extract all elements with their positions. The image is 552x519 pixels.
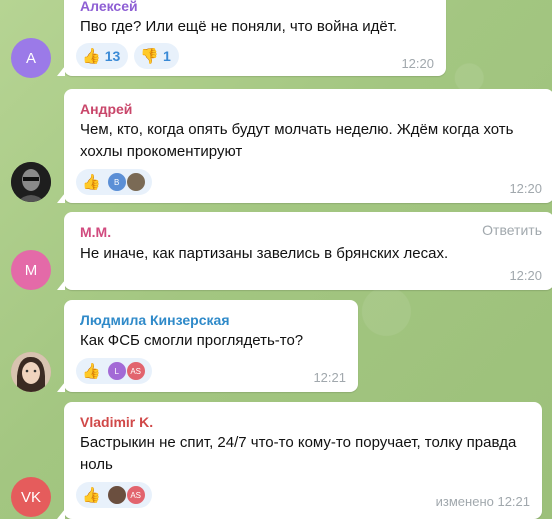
author-name[interactable]: Андрей	[80, 101, 132, 117]
message-time: 12:21	[313, 370, 346, 385]
thumbs-up-icon: 👍	[82, 173, 101, 191]
reactor-avatar: AS	[125, 485, 146, 505]
reaction-thumbs-up[interactable]: 👍 AS	[76, 482, 152, 508]
author-name[interactable]: Алексей	[80, 0, 138, 14]
reaction-thumbs-up[interactable]: 👍 В	[76, 169, 152, 195]
reaction-thumbs-down[interactable]: 👎 1	[134, 43, 179, 69]
reactions: 👍 L AS	[76, 358, 152, 384]
message-text: Чем, кто, когда опять будут молчать неде…	[80, 121, 514, 160]
message-time: 12:20	[401, 56, 434, 71]
thumbs-up-icon: 👍	[82, 362, 101, 380]
message-time: 12:20	[509, 181, 542, 196]
message-text: Как ФСБ смогли проглядеть-то?	[80, 332, 304, 349]
reactions: 👍 AS	[76, 482, 152, 508]
message-bubble[interactable]: Андрей Чем, кто, когда опять будут молча…	[57, 89, 552, 203]
message-time: 12:20	[509, 268, 542, 283]
reaction-count: 13	[104, 48, 121, 64]
avatar[interactable]	[11, 352, 51, 392]
reaction-count: 1	[162, 48, 171, 64]
avatar[interactable]: VK	[11, 477, 51, 517]
message-bubble[interactable]: Людмила Кинзерская Как ФСБ смогли прогля…	[57, 300, 358, 392]
reactor-avatar: L	[106, 361, 127, 381]
reactor-avatar	[125, 172, 146, 192]
message-text: Бастрыкин не спит, 24/7 что-то кому-то п…	[80, 434, 517, 473]
avatar-photo-icon	[11, 162, 51, 202]
message-bubble[interactable]: Алексей Пво где? Или ещё не поняли, что …	[57, 0, 446, 76]
message-text: Пво где? Или ещё не поняли, что война ид…	[80, 18, 398, 35]
reactor-avatar: AS	[125, 361, 146, 381]
message-bubble[interactable]: М.М. Ответить Не иначе, как партизаны за…	[57, 212, 552, 290]
author-name[interactable]: М.М.	[80, 224, 111, 240]
message-bubble[interactable]: Vladimir K. Бастрыкин не спит, 24/7 что-…	[57, 402, 542, 519]
thumbs-down-icon: 👎	[140, 47, 159, 65]
reactor-avatar	[106, 485, 127, 505]
avatar-photo-icon	[11, 352, 51, 392]
message-time: изменено 12:21	[435, 494, 530, 509]
thumbs-up-icon: 👍	[82, 486, 101, 504]
avatar[interactable]: М	[11, 250, 51, 290]
reactor-avatar: В	[106, 172, 127, 192]
reactions: 👍 13 👎 1	[76, 43, 179, 69]
author-name[interactable]: Людмила Кинзерская	[80, 312, 229, 328]
avatar[interactable]: А	[11, 38, 51, 78]
reaction-thumbs-up[interactable]: 👍 L AS	[76, 358, 152, 384]
message-text: Не иначе, как партизаны завелись в брянс…	[80, 245, 449, 262]
avatar[interactable]	[11, 162, 51, 202]
reaction-thumbs-up[interactable]: 👍 13	[76, 43, 129, 69]
author-name[interactable]: Vladimir K.	[80, 414, 153, 430]
thumbs-up-icon: 👍	[82, 47, 101, 65]
reply-button[interactable]: Ответить	[482, 222, 542, 238]
reactions: 👍 В	[76, 169, 152, 195]
